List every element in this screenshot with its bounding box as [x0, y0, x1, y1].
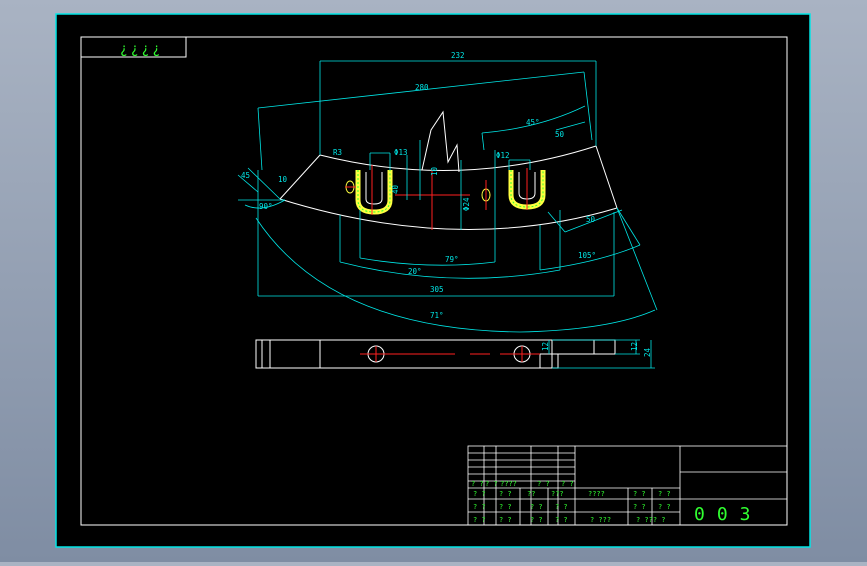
dim-280: 280 [415, 83, 429, 92]
dim-45-small: 45 [241, 171, 250, 180]
tb-r3-c2: ? ? [499, 503, 512, 511]
dim-45-angle: 45° [526, 118, 540, 127]
tb-r4-c3: ? ? [530, 516, 543, 524]
dim-71-angle: 71° [430, 311, 444, 320]
tb-r1-c3: ???? [500, 480, 517, 488]
tb-r3-c4: ? ? [555, 503, 568, 511]
tb-r2-c4: ??? [551, 490, 564, 498]
tb-r2-c1: ? ? [473, 490, 486, 498]
dim-50-top: 50 [555, 130, 565, 139]
dim-20-angle: 20° [408, 267, 422, 276]
dim-305: 305 [430, 285, 444, 294]
tb-r2-c3: ?? [527, 490, 535, 498]
tb-r1-c4: ? ? [537, 480, 550, 488]
tb-r3-c5: ? ? [633, 503, 646, 511]
dim-40: 40 [391, 184, 400, 194]
dim-r3: R3 [333, 148, 342, 157]
dim-phi24: Φ24 [462, 197, 471, 211]
tb-r4-c1: ? ? [473, 516, 486, 524]
drawing-canvas: ¿¿¿¿ 232 280 45° 50 R3 Φ13 Φ12 10 40 Φ24… [55, 13, 811, 548]
tb-r3-c6: ? ? [658, 503, 671, 511]
tb-r4-c6: ? ??? ? [636, 516, 666, 524]
dim-105-angle: 105° [578, 251, 596, 260]
dim-10-vertical: 10 [430, 166, 439, 176]
tb-r1-c5: ? ? [561, 480, 574, 488]
tb-r3-c1: ? ? [473, 503, 486, 511]
tb-r1-c2: ? ? [485, 480, 498, 488]
tb-r2-c2: ? ? [499, 490, 512, 498]
drawing-sheet [55, 13, 811, 548]
dim-10-small: 10 [278, 175, 288, 184]
tb-r4-c2: ? ? [499, 516, 512, 524]
dim-phi13: Φ13 [394, 148, 408, 157]
title-note: ¿¿¿¿ [120, 42, 163, 57]
drawing-number: 003 [694, 504, 763, 525]
tb-r4-c4: ? ? [555, 516, 568, 524]
tb-r2-c7: ? ? [658, 490, 671, 498]
dim-phi12: Φ12 [496, 151, 510, 160]
dim-232: 232 [451, 51, 465, 60]
dim-50-right: 50 [586, 215, 596, 224]
tb-r4-c5: ? ??? [590, 516, 611, 524]
dim-90-angle: 90° [259, 202, 273, 211]
dim-12-right: 12 [630, 342, 639, 351]
dim-79-angle: 79° [445, 255, 459, 264]
tb-r2-c5: ???? [588, 490, 605, 498]
tb-r1-c1: ? ? [471, 480, 484, 488]
tb-r3-c3: ? ? [530, 503, 543, 511]
cad-viewport[interactable]: ¿¿¿¿ 232 280 45° 50 R3 Φ13 Φ12 10 40 Φ24… [0, 0, 867, 562]
tb-r2-c6: ? ? [633, 490, 646, 498]
